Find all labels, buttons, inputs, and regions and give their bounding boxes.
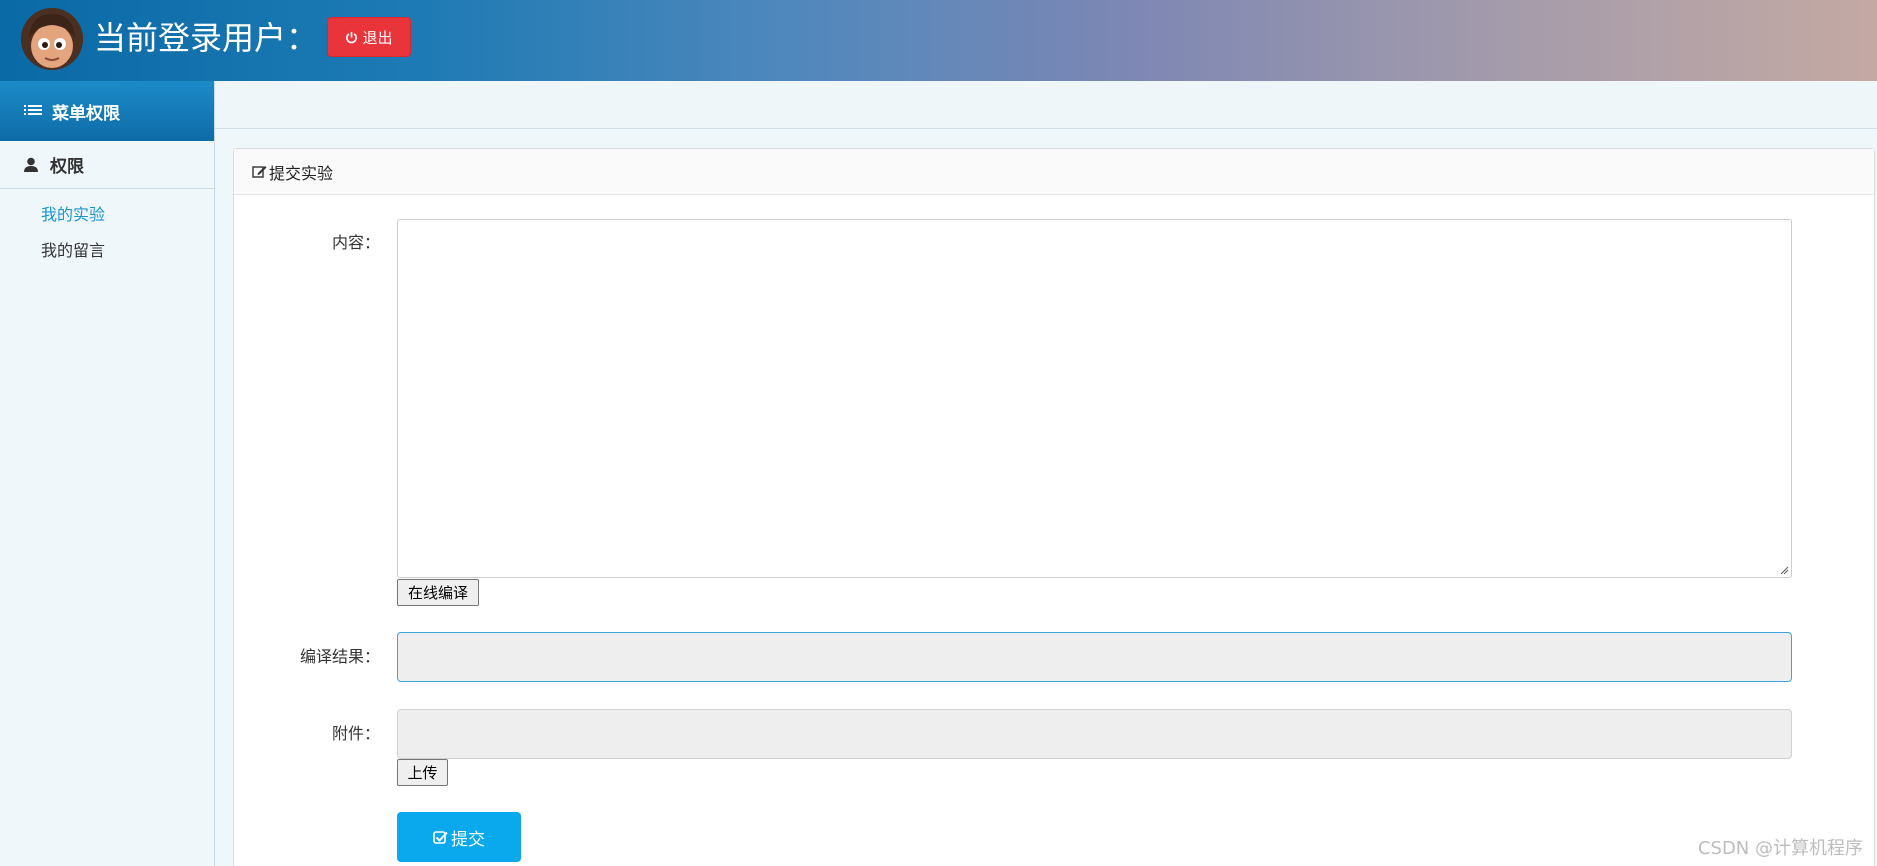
- content-textarea[interactable]: [397, 219, 1792, 578]
- content-label: 内容：: [331, 233, 380, 252]
- sidebar-heading-label: 菜单权限: [52, 103, 120, 124]
- submit-label: 提交: [451, 829, 485, 850]
- upload-button[interactable]: 上传: [397, 759, 448, 786]
- panel-title: 提交实验: [269, 163, 334, 183]
- checkbox-icon: [433, 830, 448, 844]
- sidebar-heading: 菜单权限: [0, 81, 214, 141]
- resize-handle-icon[interactable]: [1779, 565, 1789, 575]
- logout-button[interactable]: 退出: [327, 17, 411, 57]
- top-header: 当前登录用户： 退出: [0, 0, 1877, 81]
- compile-online-button[interactable]: 在线编译: [397, 579, 479, 606]
- compile-result-label: 编译结果：: [299, 647, 380, 666]
- compile-result-field[interactable]: [397, 632, 1792, 682]
- submit-button[interactable]: 提交: [397, 812, 521, 862]
- panel-header: 提交实验: [234, 149, 1874, 195]
- user-avatar: [21, 8, 83, 70]
- content-topbar: [215, 81, 1877, 129]
- sidebar: 菜单权限 权限 我的实验 我的留言: [0, 81, 215, 866]
- sidebar-group-label: 权限: [50, 157, 84, 177]
- watermark: CSDN @计算机程序: [1697, 838, 1863, 859]
- edit-icon: [252, 166, 267, 178]
- attachment-label: 附件：: [331, 724, 380, 743]
- logout-label: 退出: [362, 28, 393, 47]
- header-title: 当前登录用户：: [94, 19, 319, 57]
- sidebar-item-my-experiments[interactable]: 我的实验: [0, 197, 214, 233]
- sidebar-group-permissions[interactable]: 权限: [0, 141, 214, 189]
- power-icon: [346, 31, 358, 43]
- user-icon: [24, 157, 38, 172]
- attachment-field[interactable]: [397, 709, 1792, 759]
- list-icon: [24, 105, 42, 115]
- sidebar-item-my-messages[interactable]: 我的留言: [0, 233, 214, 269]
